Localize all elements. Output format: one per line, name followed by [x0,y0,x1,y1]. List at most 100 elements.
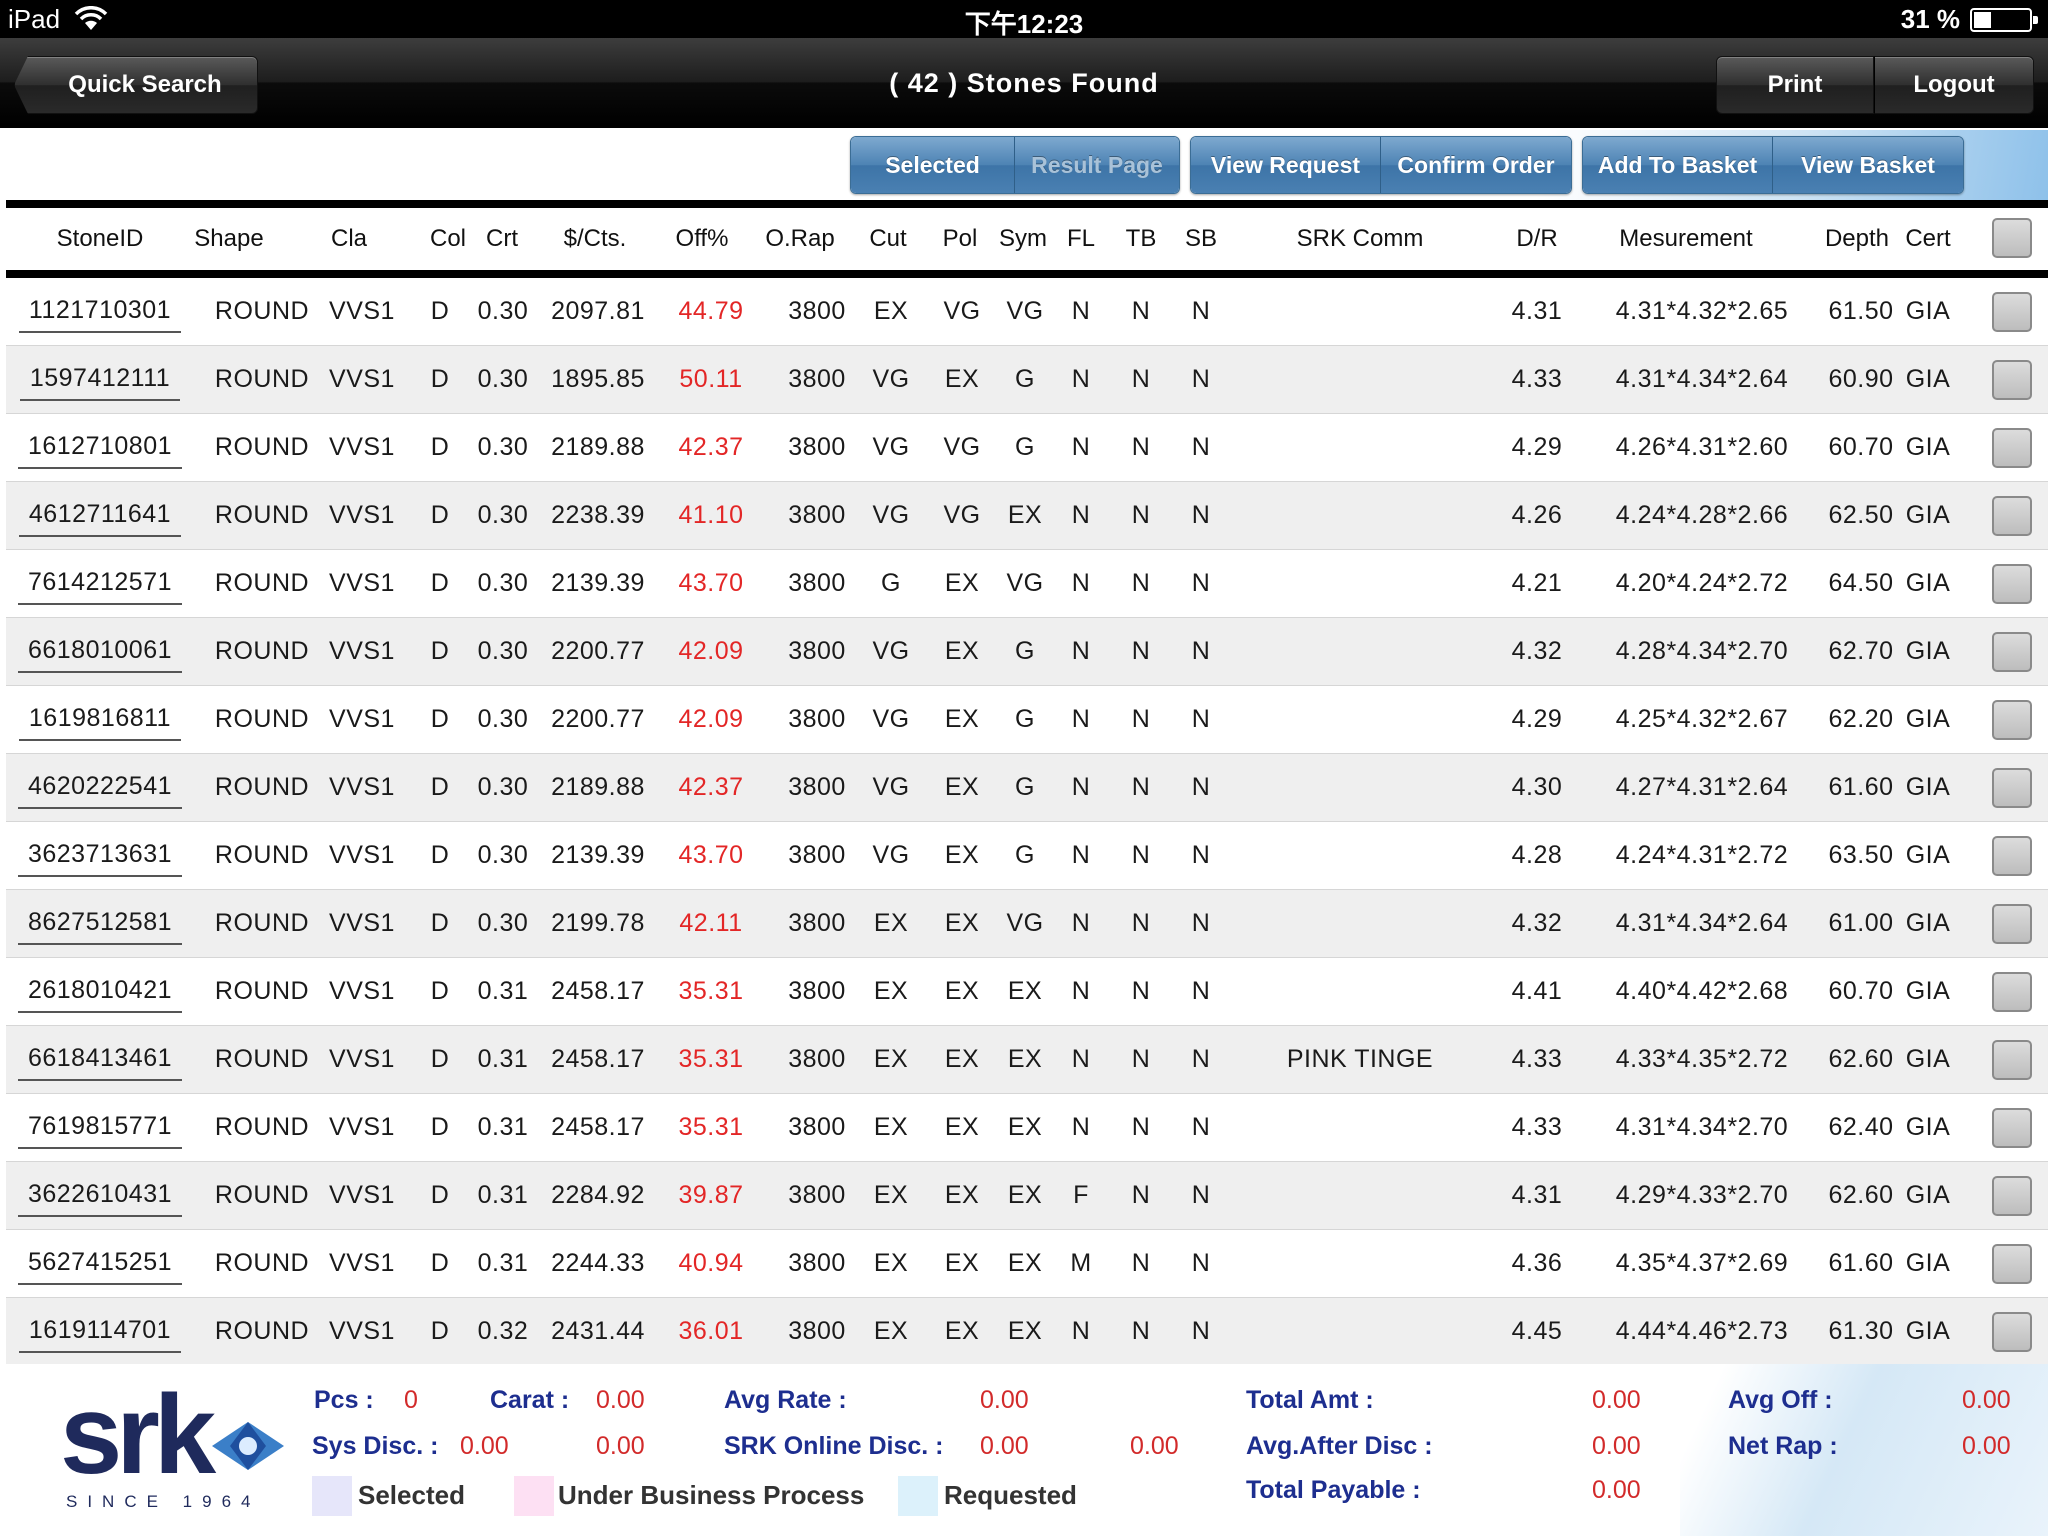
header-shape[interactable]: Shape [184,208,274,270]
header-price-per-carat[interactable]: $/Cts. [540,208,650,270]
header-depth[interactable]: Depth [1816,208,1898,270]
table-row[interactable]: 1597412111 ROUND VVS1 D 0.30 1895.85 50.11 3800… [6,346,2048,414]
table-row[interactable]: 4620222541 ROUND VVS1 D 0.30 2189.88 42.37 3800… [6,754,2048,822]
row-select-checkbox[interactable] [1992,496,2032,536]
header-cut[interactable]: Cut [862,208,914,270]
cell-color: D [430,773,450,801]
print-button[interactable]: Print [1716,56,1874,114]
add-to-basket-button[interactable]: Add To Basket [1583,137,1773,193]
stone-id-link[interactable]: 4620222541 [16,754,184,821]
header-dr[interactable]: D/R [1496,208,1578,270]
stone-id-text[interactable]: 4612711641 [18,500,182,537]
stone-id-text[interactable]: 3622610431 [17,1180,183,1217]
logout-button[interactable]: Logout [1874,56,2034,114]
header-orap[interactable]: O.Rap [758,208,842,270]
stone-id-text[interactable]: 1612710801 [17,432,183,469]
row-select-checkbox[interactable] [1992,564,2032,604]
table-row[interactable]: 7614212571 ROUND VVS1 D 0.30 2139.39 43.70 3800… [6,550,2048,618]
header-measurement[interactable]: Mesurement [1586,208,1786,270]
header-cert[interactable]: Cert [1896,208,1960,270]
stone-id-text[interactable]: 1619114701 [18,1316,182,1353]
table-row[interactable]: 6618413461 ROUND VVS1 D 0.31 2458.17 35.31 3800… [6,1026,2048,1094]
stone-id-text[interactable]: 4620222541 [17,772,183,809]
stone-id-link[interactable]: 5627415251 [16,1230,184,1297]
stone-id-text[interactable]: 1619816811 [18,704,182,741]
stone-id-link[interactable]: 7614212571 [16,550,184,617]
table-row[interactable]: 3623713631 ROUND VVS1 D 0.30 2139.39 43.70 3800… [6,822,2048,890]
row-select-checkbox[interactable] [1992,1040,2032,1080]
table-row[interactable]: 3622610431 ROUND VVS1 D 0.31 2284.92 39.87 3800… [6,1162,2048,1230]
cell-clarity: VVS1 [329,977,395,1005]
stone-id-text[interactable]: 8627512581 [17,908,183,945]
cell-tb: N [1131,297,1151,325]
select-all-checkbox[interactable] [1992,218,2032,258]
legend-requested-swatch [898,1476,938,1516]
header-symmetry[interactable]: Sym [992,208,1054,270]
stone-id-link[interactable]: 8627512581 [16,890,184,957]
stone-id-link[interactable]: 1612710801 [16,414,184,481]
view-basket-button[interactable]: View Basket [1773,137,1963,193]
stone-id-text[interactable]: 1597412111 [19,364,181,401]
stone-id-link[interactable]: 3622610431 [16,1162,184,1229]
stone-id-text[interactable]: 6618413461 [17,1044,183,1081]
row-select-checkbox[interactable] [1992,292,2032,332]
table-row[interactable]: 1121710301 ROUND VVS1 D 0.30 2097.81 44.79 3800… [6,278,2048,346]
row-select-checkbox[interactable] [1992,1108,2032,1148]
row-select-checkbox[interactable] [1992,700,2032,740]
row-select-checkbox[interactable] [1992,1244,2032,1284]
row-select-checkbox[interactable] [1992,768,2032,808]
stone-id-link[interactable]: 6618010061 [16,618,184,685]
table-row[interactable]: 6618010061 ROUND VVS1 D 0.30 2200.77 42.09 3800… [6,618,2048,686]
header-tb[interactable]: TB [1116,208,1166,270]
view-request-button[interactable]: View Request [1191,137,1381,193]
row-select-checkbox[interactable] [1992,360,2032,400]
table-row[interactable]: 4612711641 ROUND VVS1 D 0.30 2238.39 41.10 3800… [6,482,2048,550]
header-polish[interactable]: Pol [934,208,986,270]
cell-tb: N [1131,1317,1151,1345]
header-off-percent[interactable]: Off% [660,208,744,270]
stone-id-link[interactable]: 3623713631 [16,822,184,889]
header-color[interactable]: Col [422,208,474,270]
cell-cut: EX [873,1113,909,1141]
header-stone-id[interactable]: StoneID [16,208,184,270]
stone-id-text[interactable]: 6618010061 [17,636,183,673]
stone-id-link[interactable]: 7619815771 [16,1094,184,1161]
stone-id-text[interactable]: 3623713631 [17,840,183,877]
header-clarity[interactable]: Cla [314,208,384,270]
stone-id-text[interactable]: 2618010421 [17,976,183,1013]
row-select-checkbox[interactable] [1992,632,2032,672]
table-row[interactable]: 1619114701 ROUND VVS1 D 0.32 2431.44 36.01 3800… [6,1298,2048,1366]
selected-button[interactable]: Selected [851,137,1015,193]
row-select-checkbox[interactable] [1992,1312,2032,1352]
cell-fluorescence: N [1071,977,1091,1005]
row-select-checkbox[interactable] [1992,972,2032,1012]
stone-id-link[interactable]: 1619114701 [16,1298,184,1365]
table-row[interactable]: 1619816811 ROUND VVS1 D 0.30 2200.77 42.09 3800… [6,686,2048,754]
header-srk-comment[interactable]: SRK Comm [1232,208,1488,270]
stone-id-link[interactable]: 4612711641 [16,482,184,549]
stone-id-link[interactable]: 6618413461 [16,1026,184,1093]
row-select-checkbox[interactable] [1992,1176,2032,1216]
table-row[interactable]: 8627512581 ROUND VVS1 D 0.30 2199.78 42.11 3800… [6,890,2048,958]
stone-id-link[interactable]: 1619816811 [16,686,184,753]
confirm-order-button[interactable]: Confirm Order [1381,137,1571,193]
table-row[interactable]: 1612710801 ROUND VVS1 D 0.30 2189.88 42.37 3800… [6,414,2048,482]
table-row[interactable]: 5627415251 ROUND VVS1 D 0.31 2244.33 40.94 3800… [6,1230,2048,1298]
stone-id-text[interactable]: 1121710301 [18,296,182,333]
row-select-checkbox[interactable] [1992,904,2032,944]
stone-id-text[interactable]: 7614212571 [17,568,183,605]
table-row[interactable]: 2618010421 ROUND VVS1 D 0.31 2458.17 35.31 3800… [6,958,2048,1026]
table-row[interactable]: 7619815771 ROUND VVS1 D 0.31 2458.17 35.31 3800… [6,1094,2048,1162]
stone-id-link[interactable]: 1121710301 [16,278,184,345]
header-carat[interactable]: Crt [472,208,532,270]
header-fluorescence[interactable]: FL [1056,208,1106,270]
stone-id-text[interactable]: 7619815771 [17,1112,183,1149]
cell-depth: 62.40 [1828,1113,1894,1141]
stone-id-text[interactable]: 5627415251 [17,1248,183,1285]
result-page-button[interactable]: Result Page [1015,137,1179,193]
header-sb[interactable]: SB [1176,208,1226,270]
row-select-checkbox[interactable] [1992,428,2032,468]
row-select-checkbox[interactable] [1992,836,2032,876]
stone-id-link[interactable]: 2618010421 [16,958,184,1025]
stone-id-link[interactable]: 1597412111 [16,346,184,413]
